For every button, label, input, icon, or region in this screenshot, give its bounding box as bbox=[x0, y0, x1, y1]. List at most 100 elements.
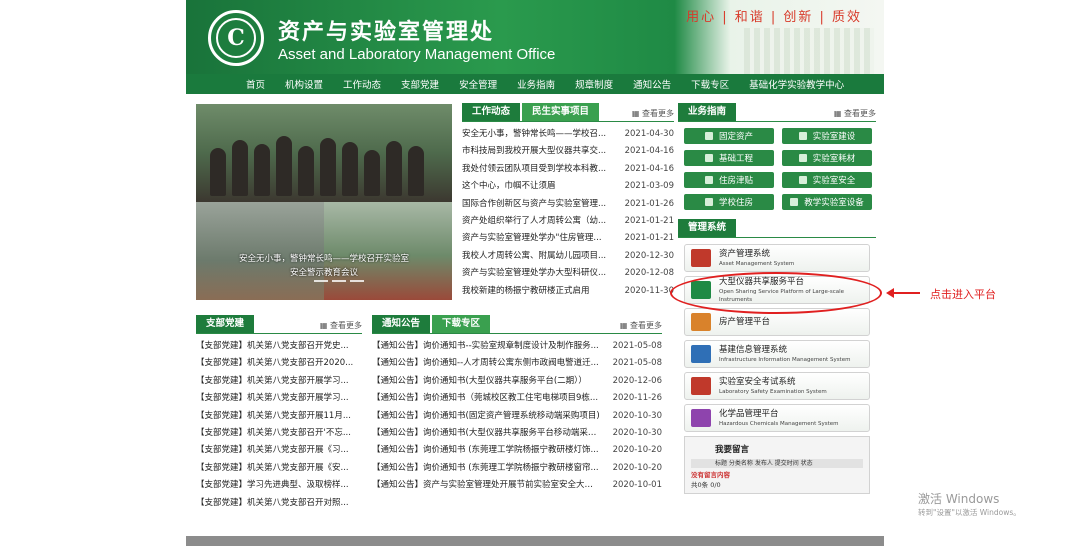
slider-dots[interactable] bbox=[314, 280, 364, 282]
list-item[interactable]: 市科技局到我校开展大型仪器共享交... 2021-04-16 bbox=[462, 143, 674, 160]
list-item[interactable]: 资产与实验室管理处学办"住房管理... 2021-01-21 bbox=[462, 230, 674, 247]
list-item[interactable]: 【支部党建】机关第八党支部召开'不忘... bbox=[196, 425, 362, 442]
guide-more-link[interactable]: ▦ 查看更多 bbox=[834, 108, 876, 119]
work-more-link[interactable]: ▦ 查看更多 bbox=[632, 108, 674, 119]
list-item[interactable]: 【通知公告】询价通知书(大型仪器共享服务平台(二期）） 2020-12-06 bbox=[372, 373, 662, 390]
list-item-date: 2021-05-08 bbox=[612, 341, 662, 351]
list-item-title[interactable]: 【通知公告】询价通知书 (东莞理工学院杨振宁教研楼窗帘... bbox=[372, 460, 599, 477]
list-item-title[interactable]: 【支部党建】机关第八党支部召开2020... bbox=[196, 355, 353, 372]
list-item[interactable]: 【通知公告】资产与实验室管理处开展节前实验室安全大检查 2020-10-01 bbox=[372, 477, 662, 494]
tab-downloads[interactable]: 下载专区 bbox=[432, 315, 491, 333]
page-footer bbox=[186, 536, 884, 546]
system-link[interactable]: 实验室安全考试系统 Laboratory Safety Examination S… bbox=[684, 372, 870, 400]
system-link[interactable]: 基建信息管理系统 Infrastructure Information Manag… bbox=[684, 340, 870, 368]
list-item-title[interactable]: 【支部党建】机关第八党支部开展学习... bbox=[196, 390, 349, 407]
list-item-title[interactable]: 【通知公告】询价通知书--实验室规章制度设计及制作服务... bbox=[372, 338, 599, 355]
list-item-title[interactable]: 【支部党建】机关第八党支部开展《习... bbox=[196, 442, 349, 459]
list-item-title[interactable]: 市科技局到我校开展大型仪器共享交... bbox=[462, 143, 606, 160]
nav-item-work-news[interactable]: 工作动态 bbox=[343, 77, 381, 91]
list-item[interactable]: 安全无小事，警钟常长鸣——学校召... 2021-04-30 bbox=[462, 126, 674, 143]
list-item-title[interactable]: 【支部党建】机关第八党支部开展学习... bbox=[196, 373, 349, 390]
list-item[interactable]: 资产与实验室管理处学办大型科研仪... 2020-12-08 bbox=[462, 265, 674, 282]
list-item-title[interactable]: 资产与实验室管理处学办大型科研仪... bbox=[462, 265, 606, 282]
list-item[interactable]: 【通知公告】询价通知书（莞城校区教工住宅电梯项目9栋... 2020-11-26 bbox=[372, 390, 662, 407]
nav-item-rules[interactable]: 规章制度 bbox=[575, 77, 613, 91]
tab-livelihood[interactable]: 民生实事项目 bbox=[522, 103, 600, 121]
system-link[interactable]: 化学品管理平台 Hazardous Chemicals Management Sy… bbox=[684, 404, 870, 432]
list-item-title[interactable]: 【通知公告】询价通知--人才周转公寓东侧市政阀电警道迁... bbox=[372, 355, 599, 372]
windows-watermark-title: 激活 Windows bbox=[918, 492, 1000, 506]
list-item-title[interactable]: 【通知公告】询价通知书(大型仪器共享服务平台(二期）） bbox=[372, 373, 587, 390]
list-item-title[interactable]: 【支部党建】机关第八党支部开展11月... bbox=[196, 408, 351, 425]
list-item[interactable]: 【通知公告】询价通知书(固定资产管理系统移动端采购项目) 2020-10-30 bbox=[372, 408, 662, 425]
guide-button[interactable]: 住房津贴 bbox=[684, 172, 774, 188]
list-item-title[interactable]: 资产处组织举行了人才周转公寓（幼... bbox=[462, 213, 606, 230]
motto: 用心 | 和谐 | 创新 | 质效 bbox=[686, 10, 862, 25]
guide-button[interactable]: 实验室建设 bbox=[782, 128, 872, 144]
list-item[interactable]: 【支部党建】机关第八党支部召开2020... bbox=[196, 355, 362, 372]
system-link[interactable]: 资产管理系统 Asset Management System bbox=[684, 244, 870, 272]
photo-slider[interactable]: 安全无小事，警钟常长鸣——学校召开实验室 安全警示教育会议 bbox=[196, 104, 452, 300]
list-item[interactable]: 【支部党建】机关第八党支部开展《安... bbox=[196, 460, 362, 477]
nav-item-organization[interactable]: 机构设置 bbox=[285, 77, 323, 91]
guide-button[interactable]: 实验室安全 bbox=[782, 172, 872, 188]
party-more-link[interactable]: ▦ 查看更多 bbox=[320, 320, 362, 331]
list-item[interactable]: 【通知公告】询价通知书 (东莞理工学院杨振宁教研楼窗帘... 2020-10-20 bbox=[372, 460, 662, 477]
list-item[interactable]: 【通知公告】询价通知书--实验室规章制度设计及制作服务... 2021-05-08 bbox=[372, 338, 662, 355]
list-item[interactable]: 这个中心，巾帼不让须眉 2021-03-09 bbox=[462, 178, 674, 195]
list-item-title[interactable]: 【支部党建】学习先进典型、汲取榜样... bbox=[196, 477, 349, 494]
list-item-title[interactable]: 【支部党建】机关第八党支部召开对照... bbox=[196, 495, 349, 512]
guide-button[interactable]: 教学实验室设备 bbox=[782, 194, 872, 210]
notice-more-link[interactable]: ▦ 查看更多 bbox=[620, 320, 662, 331]
list-item-title[interactable]: 国际合作创新区与资产与实验室管理... bbox=[462, 196, 606, 213]
nav-item-chem-center[interactable]: 基础化学实验教学中心 bbox=[749, 77, 844, 91]
list-item-title[interactable]: 安全无小事，警钟常长鸣——学校召... bbox=[462, 126, 606, 143]
list-item[interactable]: 【支部党建】机关第八党支部开展11月... bbox=[196, 408, 362, 425]
university-logo[interactable]: C bbox=[208, 10, 264, 66]
list-item[interactable]: 我校新建的杨振宁教研楼正式启用 2020-11-30 bbox=[462, 283, 674, 300]
list-item-title[interactable]: 我校新建的杨振宁教研楼正式启用 bbox=[462, 283, 590, 300]
list-item[interactable]: 我校人才周转公寓、附属幼儿园项目... 2020-12-30 bbox=[462, 248, 674, 265]
list-item-title[interactable]: 【支部党建】机关第八党支部开展《安... bbox=[196, 460, 349, 477]
nav-item-home[interactable]: 首页 bbox=[246, 77, 265, 91]
list-item[interactable]: 资产处组织举行了人才周转公寓（幼... 2021-01-21 bbox=[462, 213, 674, 230]
list-item[interactable]: 【通知公告】询价通知--人才周转公寓东侧市政阀电警道迁... 2021-05-08 bbox=[372, 355, 662, 372]
list-item-title[interactable]: 这个中心，巾帼不让须眉 bbox=[462, 178, 556, 195]
list-item-title[interactable]: 【通知公告】询价通知书（莞城校区教工住宅电梯项目9栋... bbox=[372, 390, 598, 407]
list-item-title[interactable]: 【支部党建】机关第八党支部召开'不忘... bbox=[196, 425, 351, 442]
list-item-title[interactable]: 【通知公告】询价通知书(固定资产管理系统移动端采购项目) bbox=[372, 408, 600, 425]
guide-button[interactable]: 学校住房 bbox=[684, 194, 774, 210]
list-item[interactable]: 国际合作创新区与资产与实验室管理... 2021-01-26 bbox=[462, 196, 674, 213]
tab-party[interactable]: 支部党建 bbox=[196, 315, 255, 333]
list-item[interactable]: 我处付领云团队项目受到学校本科教... 2021-04-16 bbox=[462, 161, 674, 178]
nav-item-party[interactable]: 支部党建 bbox=[401, 77, 439, 91]
guide-button[interactable]: 实验室耗材 bbox=[782, 150, 872, 166]
system-icon bbox=[691, 377, 711, 395]
list-item[interactable]: 【支部党建】机关第八党支部开展学习... bbox=[196, 390, 362, 407]
list-item-title[interactable]: 【通知公告】资产与实验室管理处开展节前实验室安全大检查 bbox=[372, 477, 600, 494]
list-item[interactable]: 【支部党建】学习先进典型、汲取榜样... bbox=[196, 477, 362, 494]
list-item-title[interactable]: 资产与实验室管理处学办"住房管理... bbox=[462, 230, 602, 247]
nav-item-guide[interactable]: 业务指南 bbox=[517, 77, 555, 91]
list-item[interactable]: 【支部党建】机关第八党支部开展《习... bbox=[196, 442, 362, 459]
tab-notices[interactable]: 通知公告 bbox=[372, 315, 431, 333]
nav-item-notices[interactable]: 通知公告 bbox=[633, 77, 671, 91]
guide-button[interactable]: 固定资产 bbox=[684, 128, 774, 144]
list-item-title[interactable]: 【通知公告】询价通知书(大型仪器共享服务平台移动端采购... bbox=[372, 425, 600, 442]
guide-title[interactable]: 业务指南 bbox=[678, 103, 737, 121]
nav-item-downloads[interactable]: 下载专区 bbox=[691, 77, 729, 91]
list-item-title[interactable]: 【通知公告】询价通知书 (东莞理工学院杨振宁教研楼灯饰... bbox=[372, 442, 599, 459]
message-title[interactable]: 我要留言 bbox=[715, 443, 869, 455]
guide-button[interactable]: 基础工程 bbox=[684, 150, 774, 166]
nav-item-safety[interactable]: 安全管理 bbox=[459, 77, 497, 91]
list-item[interactable]: 【通知公告】询价通知书 (东莞理工学院杨振宁教研楼灯饰... 2020-10-20 bbox=[372, 442, 662, 459]
news-photo[interactable]: 安全无小事，警钟常长鸣——学校召开实验室 安全警示教育会议 bbox=[196, 104, 452, 300]
list-item[interactable]: 【支部党建】机关第八党支部召开党史... bbox=[196, 338, 362, 355]
list-item[interactable]: 【通知公告】询价通知书(大型仪器共享服务平台移动端采购... 2020-10-30 bbox=[372, 425, 662, 442]
list-item-title[interactable]: 我校人才周转公寓、附属幼儿园项目... bbox=[462, 248, 606, 265]
tab-work-news[interactable]: 工作动态 bbox=[462, 103, 521, 121]
list-item-title[interactable]: 我处付领云团队项目受到学校本科教... bbox=[462, 161, 606, 178]
list-item-title[interactable]: 【支部党建】机关第八党支部召开党史... bbox=[196, 338, 349, 355]
list-item[interactable]: 【支部党建】机关第八党支部开展学习... bbox=[196, 373, 362, 390]
list-item[interactable]: 【支部党建】机关第八党支部召开对照... bbox=[196, 495, 362, 512]
